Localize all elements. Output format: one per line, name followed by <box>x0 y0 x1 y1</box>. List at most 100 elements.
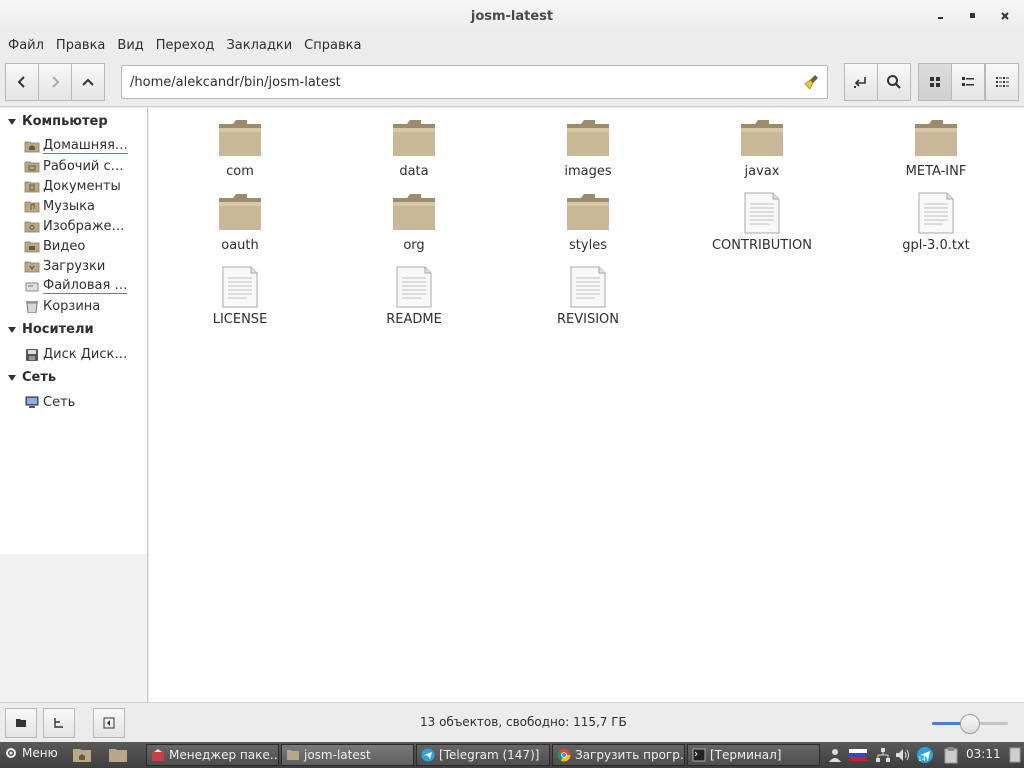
taskbar-task-browser[interactable]: Загрузить прогр… <box>552 744 685 766</box>
show-tree-button[interactable] <box>43 708 75 738</box>
list-view-button[interactable] <box>951 63 985 101</box>
sidebar-item-label: Корзина <box>43 298 101 314</box>
close-button[interactable] <box>998 9 1012 23</box>
sidebar-item-home[interactable]: Домашняя… <box>24 136 144 156</box>
start-menu-label: Меню <box>22 746 58 760</box>
package-manager-icon <box>152 749 164 761</box>
menu-file[interactable]: Файл <box>4 38 48 53</box>
forward-button[interactable] <box>38 63 72 101</box>
taskbar-task-terminal[interactable]: [Терминал] <box>687 744 820 766</box>
folder-icon <box>915 120 957 156</box>
show-desktop-icon[interactable] <box>1008 746 1022 764</box>
folder-item[interactable]: data <box>354 118 474 188</box>
folder-icon[interactable] <box>108 746 128 764</box>
taskbar-task-telegram[interactable]: [Telegram (147)] <box>416 744 550 766</box>
file-name: LICENSE <box>212 312 268 327</box>
folder-item[interactable]: oauth <box>180 192 300 262</box>
sidebar-section-network[interactable]: Сеть <box>8 370 56 385</box>
folder-item[interactable]: styles <box>528 192 648 262</box>
sidebar-section-devices[interactable]: Носители <box>8 322 94 337</box>
terminal-icon <box>692 748 706 762</box>
close-icon <box>1001 12 1009 20</box>
chrome-icon <box>557 748 571 762</box>
taskbar: Меню Менеджер паке… josm-latest [Telegra… <box>0 742 1024 768</box>
folder-icon <box>393 120 435 156</box>
menu-go[interactable]: Переход <box>152 38 219 53</box>
volume-icon[interactable] <box>894 746 912 764</box>
file-name: org <box>403 238 425 253</box>
up-button[interactable] <box>71 63 105 101</box>
file-name: META-INF <box>905 164 967 179</box>
toggle-sidebar-button[interactable] <box>93 708 125 738</box>
folder-icon <box>287 750 299 760</box>
location-bar[interactable] <box>121 65 828 99</box>
sidebar-item-documents[interactable]: Документы <box>24 176 144 196</box>
folder-item[interactable]: com <box>180 118 300 188</box>
file-name: styles <box>569 238 607 253</box>
folder-item[interactable]: images <box>528 118 648 188</box>
path-input[interactable] <box>130 74 790 90</box>
menu-help[interactable]: Справка <box>300 38 365 53</box>
sidebar-item-label: Рабочий с… <box>43 158 124 174</box>
file-item[interactable]: REVISION <box>528 266 648 336</box>
show-places-button[interactable] <box>5 708 37 738</box>
downloads-folder-icon <box>24 261 40 273</box>
sidebar-item-disk[interactable]: Диск Диск… <box>24 344 144 364</box>
minimize-button[interactable] <box>934 9 948 23</box>
home-folder-icon[interactable] <box>72 746 92 764</box>
taskbar-task-file-manager[interactable]: josm-latest <box>281 744 414 766</box>
file-name: gpl-3.0.txt <box>902 238 970 253</box>
file-item[interactable]: README <box>354 266 474 336</box>
sidebar-item-network[interactable]: Сеть <box>24 392 144 412</box>
sidebar-section-computer[interactable]: Компьютер <box>8 114 108 129</box>
file-name: README <box>386 312 442 327</box>
telegram-tray-icon[interactable]: 147 <box>916 746 936 764</box>
chevron-up-icon <box>82 78 94 86</box>
user-icon[interactable] <box>826 746 844 764</box>
task-label: josm-latest <box>304 748 371 762</box>
task-label: [Telegram (147)] <box>439 748 540 762</box>
sidebar-item-desktop[interactable]: Рабочий с… <box>24 156 144 176</box>
search-button[interactable] <box>877 63 911 101</box>
compact-view-button[interactable] <box>985 63 1019 101</box>
sidebar-item-label: Домашняя… <box>43 138 128 154</box>
sidebar-item-videos[interactable]: Видео <box>24 236 144 256</box>
text-file-icon <box>918 192 954 234</box>
maximize-button[interactable] <box>966 9 980 23</box>
network-tray-icon[interactable] <box>874 746 892 764</box>
sidebar-item-music[interactable]: Музыка <box>24 196 144 216</box>
back-button[interactable] <box>5 63 39 101</box>
gear-icon <box>6 748 16 758</box>
taskbar-task-package-manager[interactable]: Менеджер паке… <box>146 744 279 766</box>
zoom-slider-handle[interactable] <box>960 714 980 734</box>
expand-triangle-icon <box>8 374 16 381</box>
file-name: com <box>226 164 254 179</box>
file-item[interactable]: gpl-3.0.txt <box>876 192 996 262</box>
sidebar-item-trash[interactable]: Корзина <box>24 296 144 316</box>
menu-edit[interactable]: Правка <box>52 38 109 53</box>
file-item[interactable]: CONTRIBUTION <box>702 192 822 262</box>
folder-item[interactable]: org <box>354 192 474 262</box>
menu-bookmarks[interactable]: Закладки <box>222 38 296 53</box>
minimize-icon <box>938 17 943 19</box>
sidebar-item-filesystem[interactable]: Файловая … <box>24 276 144 296</box>
menu-view[interactable]: Вид <box>113 38 147 53</box>
folder-icon <box>393 194 435 230</box>
clear-icon[interactable] <box>803 73 821 91</box>
folder-item[interactable]: META-INF <box>876 118 996 188</box>
sidebar-item-pictures[interactable]: Изображе… <box>24 216 144 236</box>
clipboard-icon[interactable] <box>942 746 960 764</box>
folder-item[interactable]: javax <box>702 118 822 188</box>
documents-folder-icon <box>24 181 40 193</box>
toggle-location-button[interactable] <box>844 63 878 101</box>
sidebar-item-label: Документы <box>43 178 121 194</box>
icon-view-button[interactable] <box>918 63 952 101</box>
sidebar: Компьютер Домашняя… Рабочий с… Документы… <box>0 108 148 702</box>
file-item[interactable]: LICENSE <box>180 266 300 336</box>
start-menu-button[interactable]: Меню <box>4 746 58 760</box>
text-file-icon <box>570 266 606 308</box>
title-bar: josm-latest <box>0 0 1024 33</box>
russian-flag-icon[interactable] <box>848 746 868 764</box>
sidebar-item-label: Файловая … <box>43 278 128 294</box>
sidebar-item-downloads[interactable]: Загрузки <box>24 256 144 276</box>
